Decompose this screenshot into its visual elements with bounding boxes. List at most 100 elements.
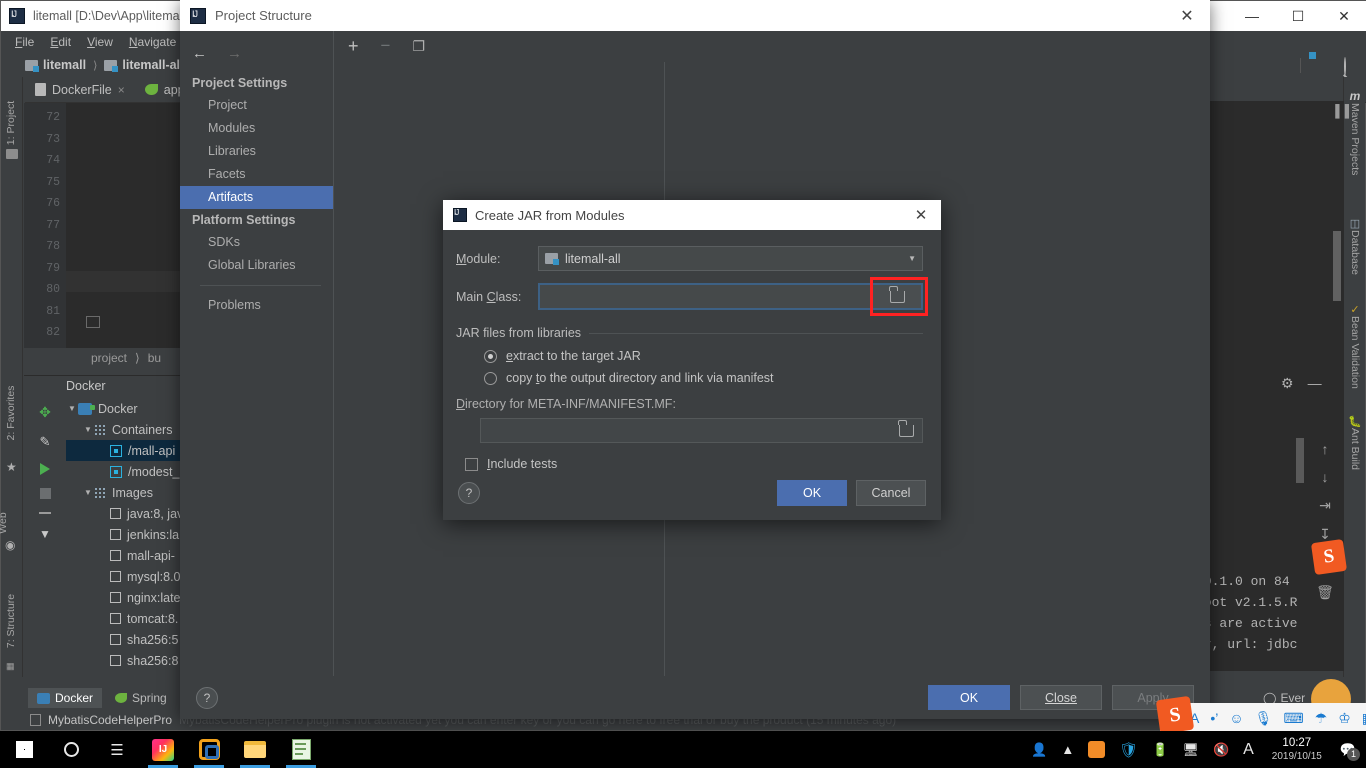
forward-icon[interactable]: → (227, 45, 242, 62)
breadcrumb-item-1[interactable]: litemall-all (104, 58, 184, 72)
notification-center-icon[interactable]: 💬 1 (1340, 742, 1360, 761)
network-icon[interactable]: 🖥 (1182, 742, 1199, 758)
edit-icon[interactable]: ✎ (40, 434, 51, 450)
soft-wrap-icon[interactable]: ⇥ (1319, 497, 1331, 514)
taskbar-intellij-idea[interactable]: IJ (140, 731, 186, 768)
ime-skin-icon[interactable]: ♔ (1338, 710, 1351, 727)
taskbar-notepad[interactable] (278, 731, 324, 768)
console-scrollbar-lower[interactable] (1296, 438, 1304, 483)
sogou-ime-logo-icon[interactable]: S (1155, 695, 1195, 735)
menu-navigate[interactable]: Navigate (121, 33, 184, 51)
folder-icon[interactable] (898, 419, 914, 437)
bottom-tab-docker[interactable]: Docker (28, 688, 103, 708)
battery-icon[interactable]: 🔋 (1152, 742, 1168, 758)
sidebar-item-bean-validation[interactable]: ✓ Bean Validation (1344, 303, 1366, 389)
sidebar-item-ant-build[interactable]: 🐛 Ant Build (1344, 415, 1366, 470)
radio-icon[interactable] (484, 371, 497, 385)
copy-icon[interactable]: ❐ (412, 38, 425, 55)
help-icon[interactable]: ? (196, 686, 218, 709)
filter-icon[interactable]: ▼ (39, 527, 51, 541)
sidebar-item-modules[interactable]: Modules (180, 117, 333, 140)
arrow-down-icon[interactable]: ↓ (1322, 469, 1329, 485)
arrow-up-icon[interactable]: ↑ (1322, 441, 1329, 457)
run-icon[interactable] (40, 463, 50, 475)
back-icon[interactable]: ← (192, 45, 207, 62)
close-icon[interactable]: ✕ (901, 200, 941, 230)
ime-keyboard-icon[interactable]: ⌨ (1283, 710, 1303, 727)
sidebar-item-web[interactable]: Web (0, 503, 9, 543)
add-icon[interactable]: + (348, 36, 359, 57)
stop-icon[interactable] (39, 488, 51, 499)
remove-icon[interactable]: − (381, 36, 391, 56)
debug-icon[interactable] (1213, 58, 1228, 73)
maximize-button[interactable]: ☐ (1275, 1, 1321, 31)
stop-icon[interactable] (1271, 58, 1286, 73)
sidebar-item-project[interactable]: 1: Project (5, 95, 17, 151)
sidebar-item-favorites[interactable]: 2: Favorites (5, 385, 17, 441)
cancel-button[interactable]: Cancel (856, 480, 926, 506)
module-combobox[interactable]: litemall-all ▼ (538, 246, 923, 271)
shield-icon[interactable]: 🛡 (1119, 741, 1138, 759)
sidebar-item-global-libraries[interactable]: Global Libraries (180, 254, 333, 277)
help-icon[interactable]: ? (458, 482, 480, 504)
expand-arrow-icon[interactable]: ▼ (82, 488, 94, 497)
manifest-directory-field[interactable] (480, 418, 923, 443)
close-button[interactable]: ✕ (1321, 1, 1366, 31)
taskbar-file-explorer[interactable] (232, 731, 278, 768)
cortana-search-icon[interactable] (48, 731, 94, 768)
tray-app-icon[interactable] (1088, 741, 1106, 758)
search-icon[interactable] (1344, 56, 1359, 76)
radio-icon[interactable] (484, 349, 497, 363)
radio-extract-to-target-jar[interactable]: extract to the target JAR (484, 349, 923, 363)
menu-view[interactable]: View (79, 33, 121, 51)
console-scrollbar[interactable] (1333, 231, 1341, 301)
sidebar-item-libraries[interactable]: Libraries (180, 140, 333, 163)
sidebar-item-maven-projects[interactable]: m Maven Projects (1344, 89, 1366, 175)
ime-user-icon[interactable]: ☂ (1315, 710, 1328, 727)
taskbar-vmware[interactable] (186, 731, 232, 768)
taskbar-clock[interactable]: 10:27 2019/10/15 (1268, 736, 1326, 764)
sidebar-item-database[interactable]: ◫ Database (1344, 217, 1366, 275)
run-with-coverage-icon[interactable] (1242, 58, 1257, 73)
ok-button[interactable]: OK (777, 480, 847, 506)
sidebar-item-facets[interactable]: Facets (180, 163, 333, 186)
start-button[interactable] (0, 731, 48, 768)
editor-breadcrumb-item[interactable]: project (91, 351, 127, 365)
main-class-input[interactable] (538, 283, 873, 310)
minimize-icon[interactable]: — (1308, 375, 1322, 392)
ime-smiley-icon[interactable]: ☺ (1229, 710, 1243, 726)
menu-file[interactable]: File (7, 33, 42, 51)
menu-edit[interactable]: Edit (42, 33, 79, 51)
people-icon[interactable]: 👤 (1031, 742, 1047, 758)
tab-dockerfile[interactable]: DockerFile × (25, 77, 135, 103)
ok-button[interactable]: OK (928, 685, 1010, 710)
chevron-up-icon[interactable]: ▲ (1061, 742, 1074, 757)
close-icon[interactable]: ✕ (1164, 0, 1210, 31)
minimize-button[interactable]: — (1229, 1, 1275, 31)
remove-icon[interactable] (39, 512, 51, 514)
gear-icon[interactable]: ⚙ (1281, 375, 1294, 392)
chevron-down-icon[interactable]: ▼ (908, 254, 916, 263)
bottom-tab-spring[interactable]: Spring (106, 688, 176, 708)
expand-arrow-icon[interactable]: ▼ (66, 404, 78, 413)
close-button[interactable]: Close (1020, 685, 1102, 710)
sidebar-item-problems[interactable]: Problems (180, 294, 333, 317)
breadcrumb-item-0[interactable]: litemall (25, 58, 86, 72)
expand-arrow-icon[interactable]: ▼ (82, 425, 94, 434)
ime-microphone-icon[interactable]: 🎙 (1255, 710, 1273, 727)
sidebar-item-sdks[interactable]: SDKs (180, 231, 333, 254)
task-view-icon[interactable]: ☰ (94, 731, 140, 768)
sidebar-item-project[interactable]: Project (180, 94, 333, 117)
editor-breadcrumb-item[interactable]: bu (148, 351, 161, 365)
code-fold-marker[interactable] (86, 316, 100, 328)
language-indicator-icon[interactable]: A (1243, 741, 1254, 759)
manifest-directory-input[interactable] (481, 419, 899, 442)
radio-copy-to-output-directory[interactable]: copy to the output directory and link vi… (484, 371, 923, 385)
ime-apps-icon[interactable]: ▦ (1362, 710, 1366, 727)
close-icon[interactable]: × (118, 83, 125, 97)
sidebar-item-artifacts[interactable]: Artifacts (180, 186, 333, 209)
ime-punctuation-icon[interactable]: •’ (1210, 710, 1218, 726)
project-structure-icon[interactable] (1315, 58, 1330, 73)
connect-icon[interactable]: ✥ (39, 404, 51, 421)
sidebar-item-structure[interactable]: 7: Structure (5, 593, 17, 649)
